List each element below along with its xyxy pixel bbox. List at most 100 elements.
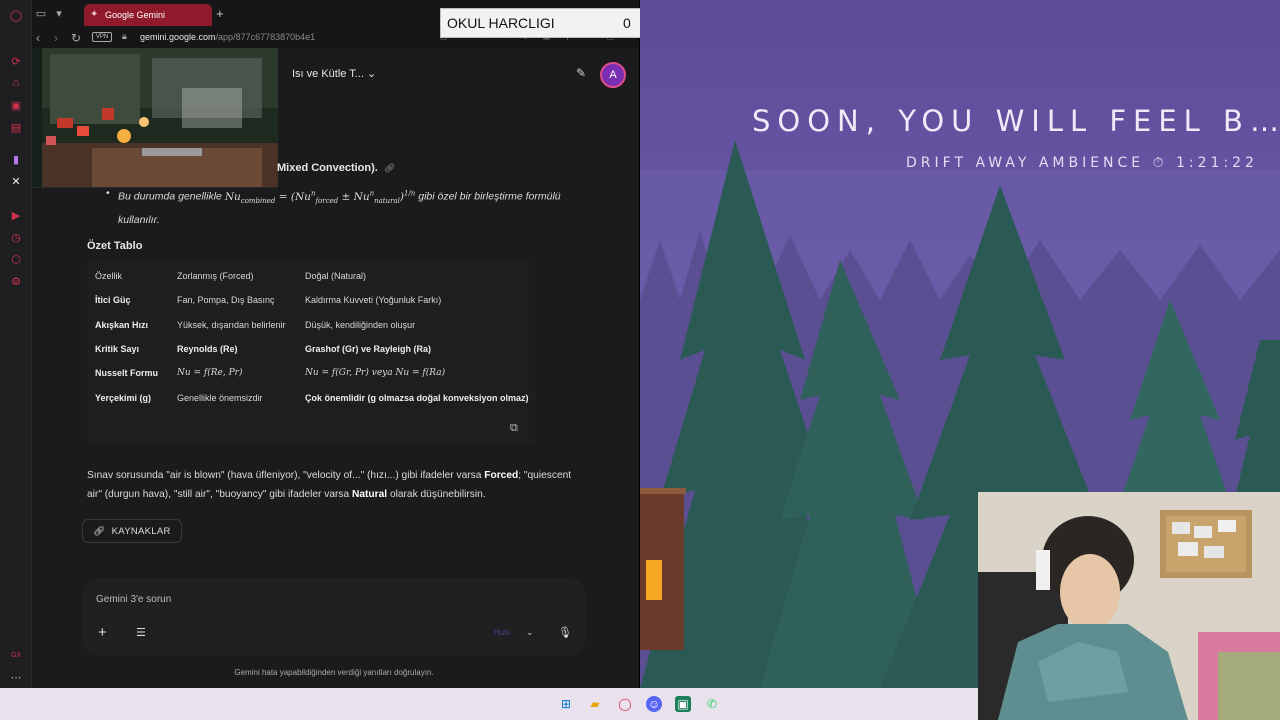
- tab-google-gemini[interactable]: ✦ Google Gemini: [84, 4, 212, 26]
- new-tab-button[interactable]: +: [216, 6, 224, 21]
- tab-search-icon[interactable]: ▾: [52, 8, 66, 20]
- table-cell: Yerçekimi (g): [95, 392, 152, 403]
- gemini-content: Isı ve Kütle T... ⌄ ✎ A Mixed Convection…: [32, 48, 639, 688]
- webcam-feed: [978, 492, 1280, 720]
- sidebar-shop-icon[interactable]: ⌂: [9, 76, 23, 90]
- table-row: İtici Güç Fan, Pompa, Dış Basınç Kaldırma …: [95, 288, 535, 312]
- link-icon[interactable]: 🔗︎: [384, 163, 395, 173]
- tab-title: Google Gemini: [105, 10, 166, 20]
- extensions-icon[interactable]: ⬡: [9, 252, 23, 266]
- prompt-box[interactable]: Gemini 3'e sorun + ☰ Hızlı ⌄ 🎙︎: [82, 578, 586, 656]
- windows-start-icon[interactable]: ⊞: [558, 696, 574, 712]
- browser-window: ◯ ⟳ ⌂ ▣ ▤ ▮ ✕ ▶ ◷ ⬡ ⚙ GX ⋯ ▭ ▾ ✦ Google …: [0, 0, 640, 688]
- conversation-title[interactable]: Isı ve Kütle T... ⌄: [292, 67, 376, 80]
- bullet-text-before: Bu durumda genellikle: [118, 190, 222, 203]
- table-cell: Reynolds (Re): [177, 344, 238, 355]
- tab-workspaces-icon[interactable]: ▭: [34, 8, 48, 20]
- model-selector[interactable]: Hızlı: [494, 628, 510, 637]
- player-icon[interactable]: ▶: [9, 208, 23, 222]
- table-row: Kritik Sayı Reynolds (Re) Grashof (Gr) ve …: [95, 337, 535, 361]
- x-icon[interactable]: ✕: [9, 174, 23, 188]
- table-cell: Nu = f(Gr, Pr) veya Nu = f(Ra): [305, 368, 446, 379]
- add-attachment-icon[interactable]: +: [98, 624, 107, 641]
- table-cell: Düşük, kendiliğinden oluşur: [305, 319, 416, 330]
- url-field[interactable]: gemini.google.com/app/877c67783870b4e1: [140, 32, 315, 42]
- sources-label: KAYNAKLAR: [111, 525, 171, 537]
- prompt-input[interactable]: Gemini 3'e sorun: [96, 594, 171, 605]
- table-cell: Nusselt Formu: [95, 368, 159, 379]
- table-cell: Yüksek, dışarıdan belirlenir: [177, 319, 286, 330]
- new-chat-icon[interactable]: ✎: [576, 66, 586, 80]
- desktop: ◯ ⟳ ⌂ ▣ ▤ ▮ ✕ ▶ ◷ ⬡ ⚙ GX ⋯ ▭ ▾ ✦ Google …: [0, 0, 1280, 720]
- para-part-3: olarak düşünebilirsin.: [389, 489, 486, 500]
- mixed-convection-heading: Mixed Convection). 🔗︎: [277, 162, 395, 174]
- twitch-icon[interactable]: ▮: [9, 152, 23, 166]
- chevron-down-icon[interactable]: ⌄: [526, 627, 534, 638]
- summary-table: Özellik Zorlanmış (Forced) Doğal (Natural)…: [95, 264, 535, 410]
- table-cell: Özellik: [95, 271, 123, 282]
- combined-formula: Nucombined = (Nunforced ± Nunnatural)1/n: [224, 189, 416, 205]
- table-cell: Nu = f(Re, Pr): [177, 368, 243, 379]
- reload-icon[interactable]: ↻: [71, 31, 81, 45]
- url-path: /app/877c67783870b4e1: [215, 32, 316, 42]
- table-cell: Fan, Pompa, Dış Basınç: [177, 295, 275, 306]
- table-cell: İtici Güç: [95, 295, 131, 306]
- summary-table-title: Özet Tablo: [87, 240, 143, 252]
- browser-sidebar: ◯ ⟳ ⌂ ▣ ▤ ▮ ✕ ▶ ◷ ⬡ ⚙ GX ⋯: [0, 0, 32, 688]
- table-cell: Akışkan Hızı: [95, 319, 149, 330]
- table-row: Nusselt Formu Nu = f(Re, Pr) Nu = f(Gr, Pr…: [95, 361, 535, 385]
- counter-current: 0: [623, 15, 631, 31]
- table-cell: Çok önemlidir (g olmazsa doğal konveksiy…: [305, 392, 529, 403]
- scene-title: SOON, YOU WILL FEEL B…: [752, 104, 1280, 138]
- counter-label: OKUL HARCLIGI: [447, 15, 555, 31]
- bullet-combined-formula: • Bu durumda genellikle Nucombined = (Nu…: [106, 184, 578, 230]
- sidebar-news-icon[interactable]: ▤: [9, 120, 23, 134]
- url-domain: gemini.google.com: [140, 32, 216, 42]
- table-cell: Genellikle önemsizdir: [177, 392, 263, 403]
- table-cell: Kritik Sayı: [95, 344, 140, 355]
- app-icon[interactable]: ▣: [675, 696, 691, 712]
- table-cell: Grashof (Gr) ve Rayleigh (Ra): [305, 344, 432, 355]
- webcam-image: [978, 492, 1280, 720]
- taskbar: ⊞ ▰ ◯ ☺ ▣ ✆: [0, 688, 978, 720]
- discord-icon[interactable]: ☺: [646, 696, 662, 712]
- microphone-icon[interactable]: 🎙︎: [558, 626, 572, 639]
- tools-icon[interactable]: ☰: [136, 626, 146, 639]
- game-video-overlay: [32, 48, 278, 188]
- forward-icon[interactable]: ›: [54, 31, 58, 45]
- table-row: Akışkan Hızı Yüksek, dışarıdan belirlenir…: [95, 313, 535, 337]
- bullet-dot: •: [106, 187, 110, 199]
- chevron-down-icon: ⌄: [367, 68, 377, 80]
- more-icon[interactable]: ⋯: [9, 670, 23, 684]
- sidebar-gamer-icon[interactable]: ▣: [9, 98, 23, 112]
- gemini-favicon-icon: ✦: [90, 9, 99, 20]
- settings-icon[interactable]: ⚙: [9, 274, 23, 288]
- table-cell: Kaldırma Kuvveti (Yoğunluk Farkı): [305, 295, 442, 306]
- copy-table-icon[interactable]: ⧉: [510, 422, 518, 435]
- conversation-title-text: Isı ve Kütle T...: [292, 68, 364, 80]
- vpn-badge[interactable]: VPN: [92, 32, 112, 42]
- opera-logo-icon[interactable]: ◯: [9, 8, 23, 22]
- exam-tip-paragraph: Sınav sorusunda "air is blown" (hava üfl…: [87, 466, 587, 504]
- para-natural: Natural: [351, 489, 388, 500]
- avatar[interactable]: A: [600, 62, 626, 88]
- para-part-1: Sınav sorusunda "air is blown" (hava üfl…: [87, 470, 482, 481]
- opera-gx-icon[interactable]: ◯: [617, 696, 633, 712]
- gx-icon[interactable]: GX: [9, 648, 23, 662]
- mixed-heading-text: Mixed Convection).: [277, 162, 378, 174]
- table-row: Yerçekimi (g) Genellikle önemsizdir Çok ön…: [95, 385, 535, 409]
- history-icon[interactable]: ◷: [9, 230, 23, 244]
- disclaimer: Gemini hata yapabildiğinden verdiği yanı…: [234, 668, 434, 677]
- back-icon[interactable]: ‹: [36, 31, 40, 45]
- table-cell: Zorlanmış (Forced): [177, 271, 254, 282]
- table-header-row: Özellik Zorlanmış (Forced) Doğal (Natural): [95, 264, 535, 288]
- sidebar-ai-icon[interactable]: ⟳: [9, 54, 23, 68]
- para-forced: Forced: [484, 470, 519, 481]
- whatsapp-icon[interactable]: ✆: [704, 696, 720, 712]
- link-icon: 🔗︎: [93, 525, 106, 537]
- lock-icon[interactable]: 🔒︎: [122, 31, 127, 42]
- scene-subtitle: DRIFT AWAY AMBIENCE ⏱ 1:21:22: [906, 155, 1258, 171]
- sources-button[interactable]: 🔗︎ KAYNAKLAR: [82, 519, 182, 543]
- file-explorer-icon[interactable]: ▰: [587, 696, 603, 712]
- table-cell: Doğal (Natural): [305, 271, 367, 282]
